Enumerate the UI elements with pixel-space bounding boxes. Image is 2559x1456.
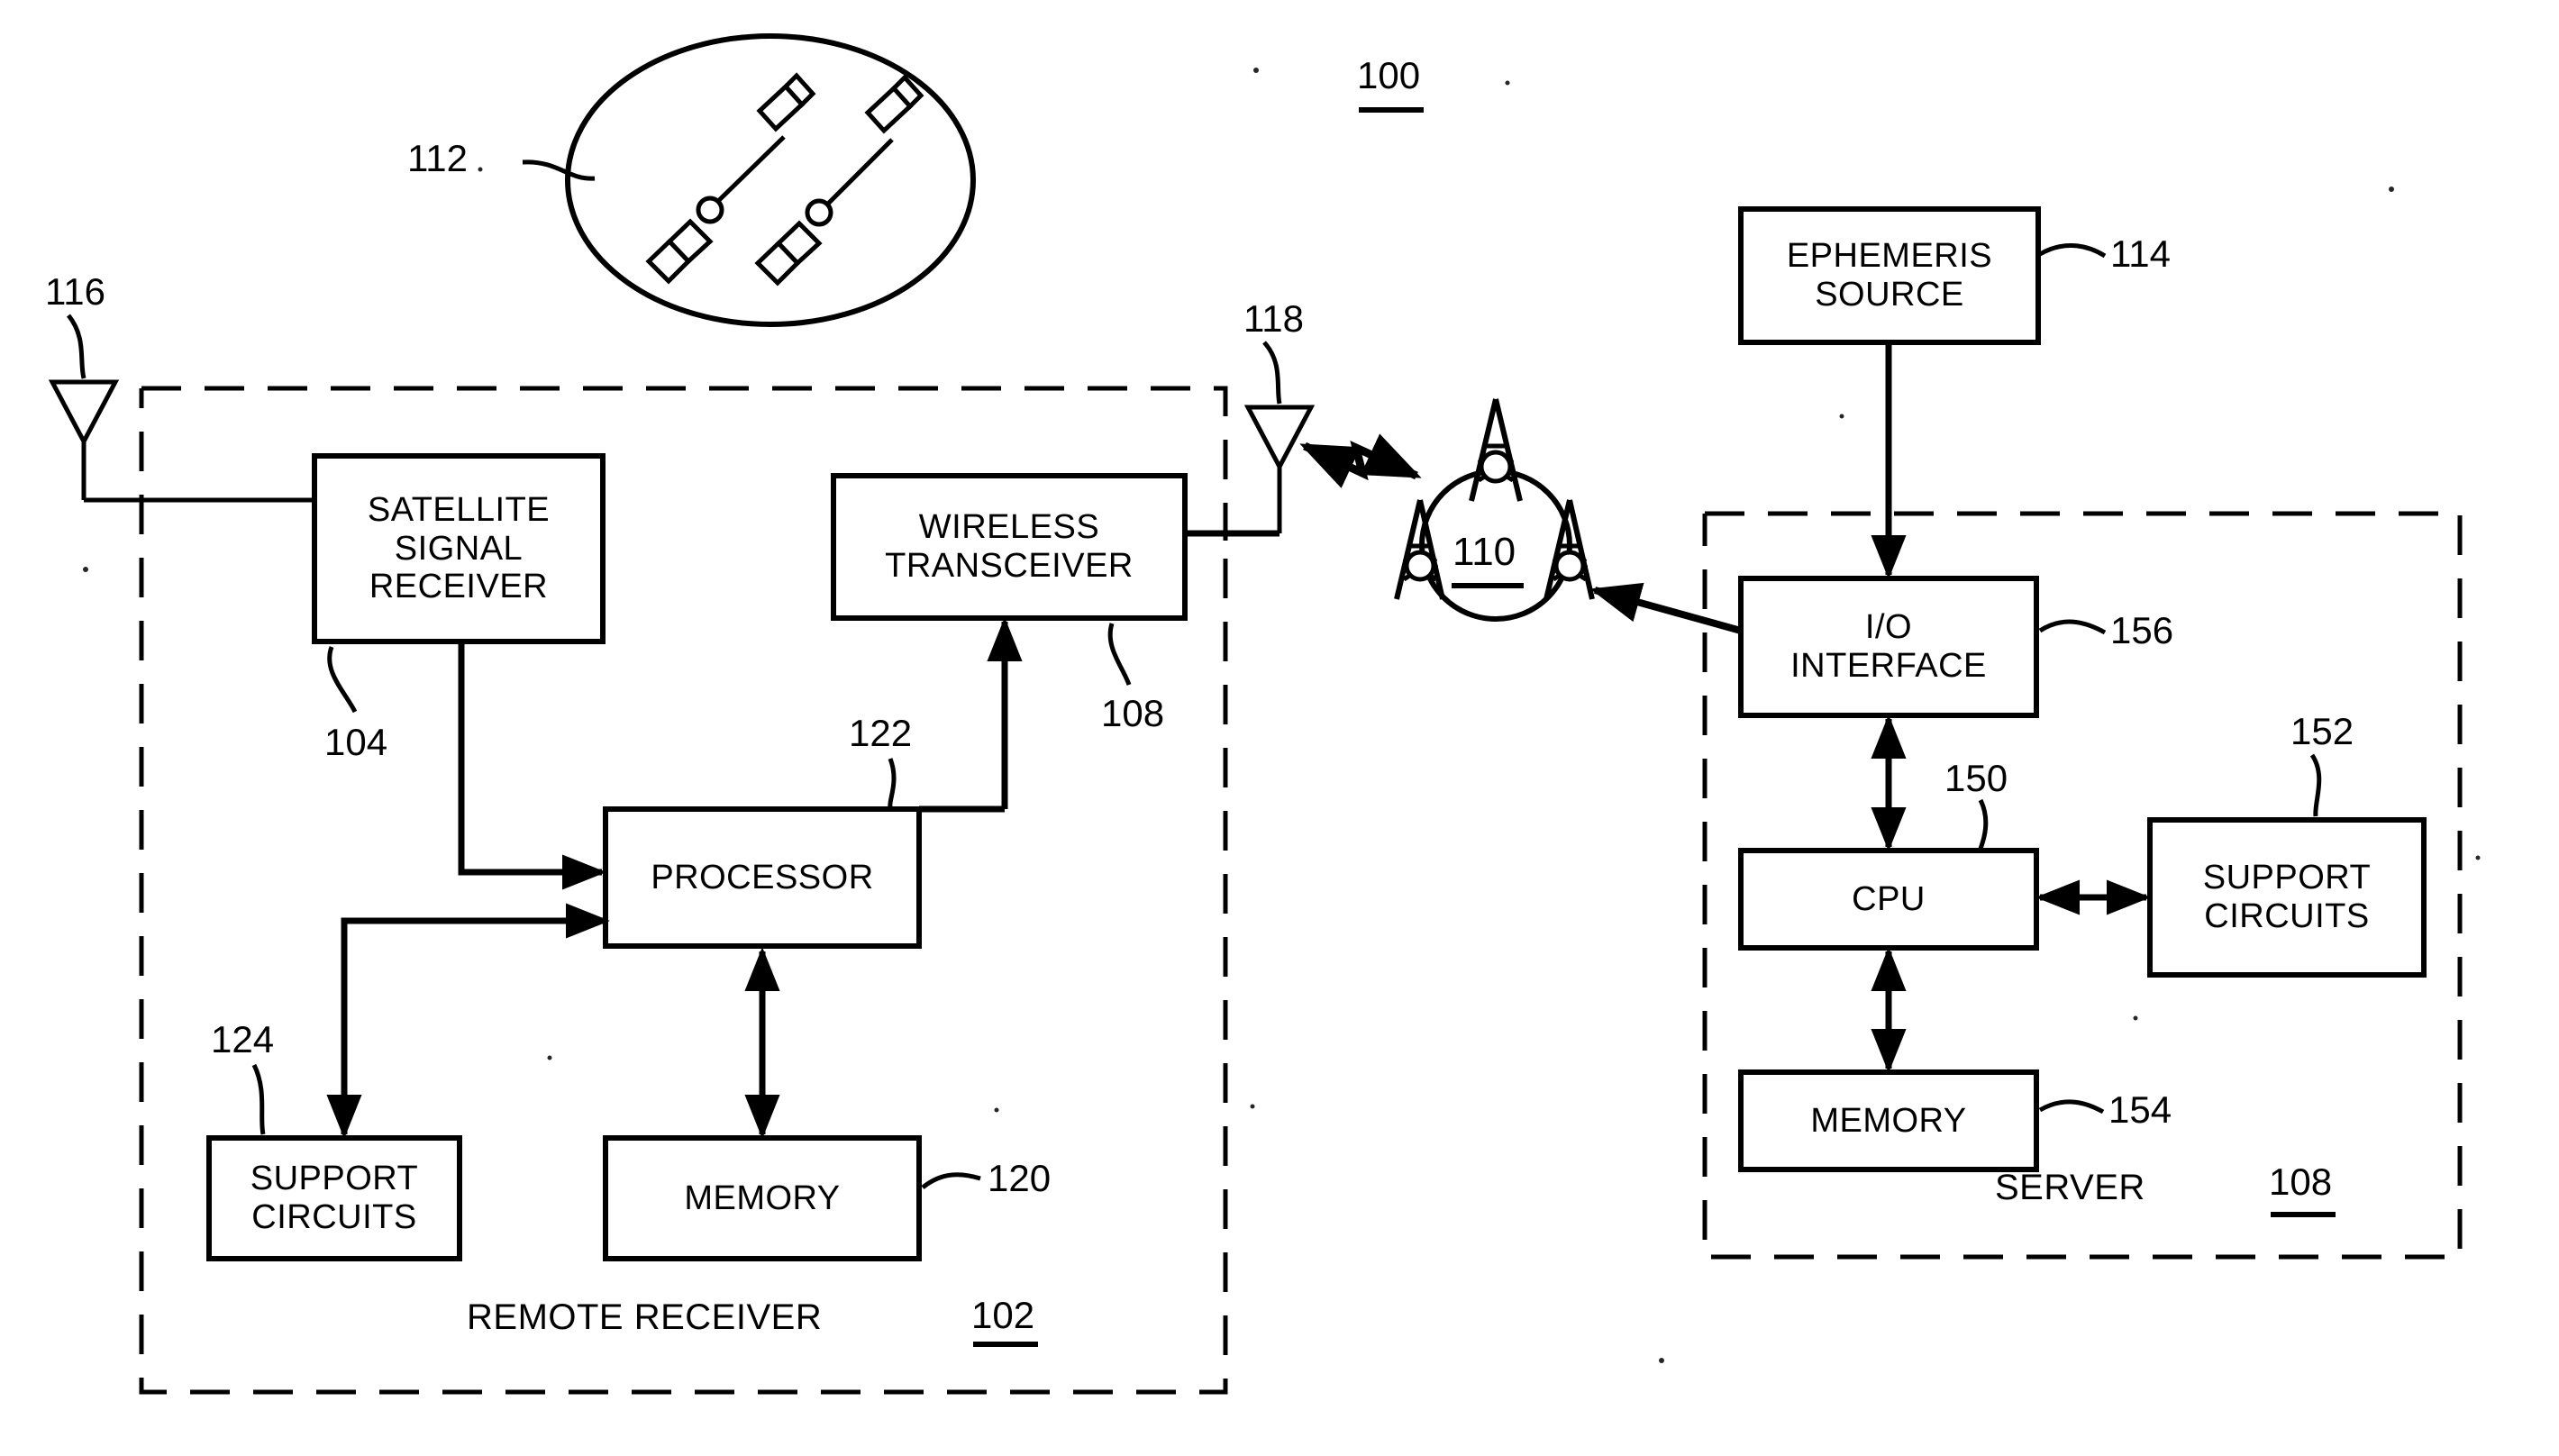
- wireless-network-cloud-110: [1394, 398, 1595, 622]
- region-reference-102: 102: [971, 1294, 1035, 1336]
- box-wireless-transceiver: [831, 473, 1188, 621]
- box-server-support-circuits: [2147, 817, 2427, 978]
- box-satellite-signal-receiver: [312, 453, 606, 644]
- box-remote-support-circuits: [206, 1135, 462, 1261]
- reference-150: 150: [1944, 757, 2008, 799]
- reference-156: 156: [2110, 609, 2174, 651]
- region-label-remote-receiver: REMOTE RECEIVER: [467, 1297, 823, 1337]
- box-cpu: [1738, 848, 2039, 951]
- patent-figure-canvas: 100 112 116 118 110 SATELLITE SIGNAL REC…: [0, 0, 2559, 1456]
- wireless-link-lightning-icon: [1299, 433, 1422, 488]
- reference-152: 152: [2290, 710, 2354, 752]
- reference-120: 120: [988, 1157, 1052, 1199]
- box-processor: [603, 806, 922, 949]
- box-remote-memory: [603, 1135, 922, 1261]
- reference-108-transceiver: 108: [1101, 692, 1165, 734]
- region-label-server: SERVER: [1995, 1168, 2145, 1207]
- reference-112-constellation: 112: [407, 137, 468, 179]
- box-io-interface: [1738, 576, 2039, 718]
- figure-reference-100: 100: [1357, 54, 1421, 96]
- box-server-memory: [1738, 1069, 2039, 1172]
- satellite-antenna-116: [48, 314, 314, 503]
- wire-ssr-to-processor: [458, 642, 606, 890]
- reference-116-satellite-antenna: 116: [45, 270, 105, 313]
- wire-processor-to-support: [326, 917, 602, 1139]
- region-reference-108-server: 108: [2269, 1160, 2333, 1203]
- reference-110-network: 110: [1453, 530, 1516, 574]
- box-ephemeris-source: [1738, 206, 2041, 345]
- reference-114: 114: [2110, 232, 2171, 275]
- reference-154: 154: [2108, 1088, 2172, 1131]
- satellite-constellation-group: [522, 33, 976, 327]
- reference-104: 104: [324, 721, 388, 763]
- wireless-antenna-118: [1185, 341, 1316, 536]
- reference-118-wireless-antenna: 118: [1243, 297, 1304, 340]
- reference-122: 122: [849, 712, 913, 754]
- reference-124: 124: [211, 1018, 275, 1060]
- server-network-link-arrow: [1589, 582, 1759, 639]
